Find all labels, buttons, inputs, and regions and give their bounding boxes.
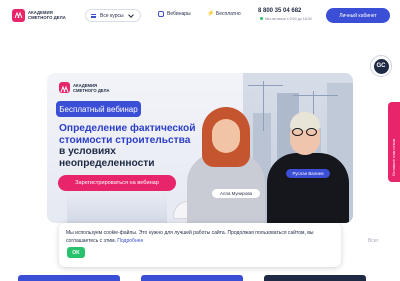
banner-title-line-3: в условиях	[59, 146, 116, 158]
all-courses-button[interactable]: Все курсы	[85, 9, 141, 22]
speaker-2-name: Руслан Валиев	[286, 169, 330, 178]
working-hours: Мы на связи с 9:00 до 18:00	[260, 17, 312, 21]
gc-badge[interactable]: GC	[370, 55, 392, 77]
gc-badge-label: GC	[373, 58, 389, 74]
online-dot-icon	[260, 17, 263, 20]
banner-logo-icon	[59, 82, 70, 93]
speaker-1-name: Алла Мунирова	[212, 189, 260, 198]
register-webinar-button[interactable]: Зарегистрироваться на вебинар	[58, 175, 176, 191]
logo-text[interactable]: АКАДЕМИЯ СМЕТНОГО ДЕЛА	[28, 10, 66, 20]
banner-logo-text: АКАДЕМИЯ СМЕТНОГО ДЕЛА	[73, 83, 110, 93]
cookie-message: Мы используем cookie-файлы. Это нужно дл…	[66, 230, 314, 244]
banner-title: Определение фактической стоимости строит…	[59, 123, 209, 169]
banner-title-line-1: Определение фактической	[59, 123, 196, 134]
cookie-more-link[interactable]: Подробнее	[117, 238, 143, 244]
chevron-down-icon	[128, 12, 134, 18]
site-header: АКАДЕМИЯ СМЕТНОГО ДЕЛА Все курсы Вебинар…	[0, 0, 400, 32]
banner-title-line-2: стоимости строительства	[59, 134, 191, 146]
cookie-banner: Мы используем cookie-файлы. Это нужно дл…	[59, 223, 341, 267]
working-hours-text: Мы на связи с 9:00 до 18:00	[265, 17, 312, 21]
logo-line-2: СМЕТНОГО ДЕЛА	[28, 15, 66, 20]
phone-number[interactable]: 8 800 35 04 682	[258, 8, 301, 14]
cookie-ok-button[interactable]: OK	[67, 247, 85, 258]
all-link[interactable]: Всег	[368, 238, 378, 244]
glasses-icon	[292, 128, 318, 136]
free-webinar-badge: Бесплатный вебинар	[56, 101, 141, 117]
feedback-side-tab[interactable]: Оставьте нам отзыв	[388, 102, 400, 182]
all-courses-label: Все курсы	[100, 12, 124, 19]
menu-lines-icon	[91, 13, 96, 18]
cookie-text: Мы используем cookie-файлы. Это нужно дл…	[66, 229, 336, 245]
feedback-side-tab-label: Оставьте нам отзыв	[391, 138, 396, 176]
banner-title-line-4: неопределенности	[59, 157, 155, 169]
nav-free-label: Бесплатно	[216, 11, 241, 17]
course-card-3[interactable]	[264, 275, 366, 281]
nav-webinars[interactable]: Вебинары	[158, 11, 191, 17]
speaker-2-photo	[267, 153, 349, 223]
lightning-icon: ⚡	[207, 11, 215, 17]
banner-logo-line-2: СМЕТНОГО ДЕЛА	[73, 88, 110, 93]
page: АКАДЕМИЯ СМЕТНОГО ДЕЛА Все курсы Вебинар…	[0, 0, 400, 281]
blueprint-image	[67, 191, 167, 223]
personal-cabinet-button[interactable]: Личный кабинет	[326, 8, 390, 23]
webinar-icon	[158, 11, 164, 17]
nav-free[interactable]: ⚡ Бесплатно	[207, 11, 241, 17]
speaker-1-face	[212, 119, 240, 153]
course-card-2[interactable]	[141, 275, 243, 281]
academy-logo-icon[interactable]	[12, 9, 25, 22]
course-card-1[interactable]	[18, 275, 120, 281]
webinar-banner[interactable]: АКАДЕМИЯ СМЕТНОГО ДЕЛА Бесплатный вебина…	[47, 73, 353, 223]
nav-webinars-label: Вебинары	[167, 11, 191, 17]
